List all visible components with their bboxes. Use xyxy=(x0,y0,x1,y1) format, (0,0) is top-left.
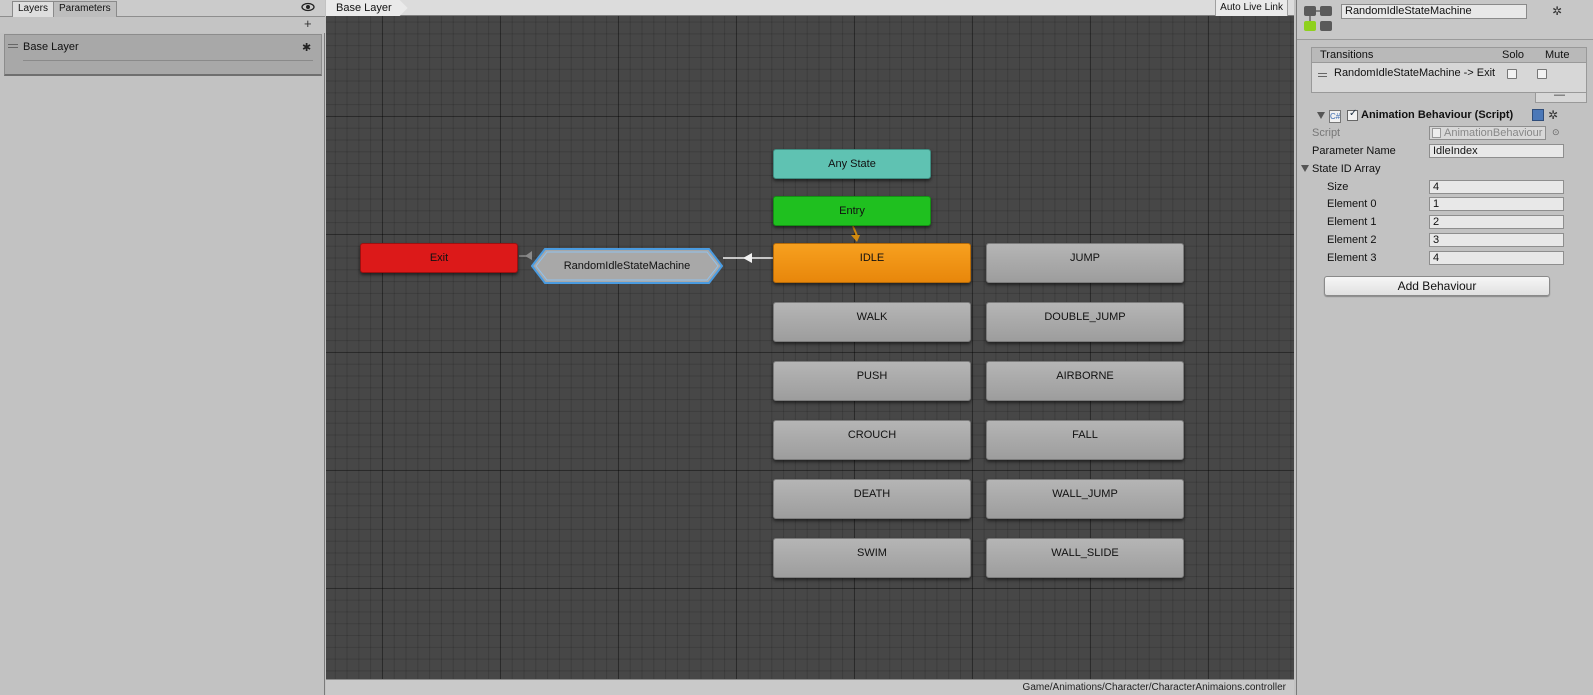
element-input[interactable]: 1 xyxy=(1429,197,1564,211)
parameter-name-input[interactable]: IdleIndex xyxy=(1429,144,1564,158)
add-behaviour-button[interactable]: Add Behaviour xyxy=(1324,276,1550,296)
state-fall[interactable]: FALL xyxy=(986,420,1184,460)
eye-icon[interactable] xyxy=(301,2,315,12)
gear-icon[interactable]: ✲ xyxy=(1548,108,1558,122)
layer-item-base[interactable]: Base Layer ✱ xyxy=(4,34,322,76)
add-layer-icon[interactable]: + xyxy=(304,17,312,31)
size-label: Size xyxy=(1327,181,1349,193)
parameter-name-label: Parameter Name xyxy=(1312,145,1396,157)
state-crouch[interactable]: CROUCH xyxy=(773,420,971,460)
transitions-footer: — xyxy=(1535,89,1587,103)
element-input[interactable]: 3 xyxy=(1429,233,1564,247)
inspector-panel: RandomIdleStateMachine ✲ Transitions Sol… xyxy=(1296,0,1593,695)
transitions-title: Transitions xyxy=(1320,49,1374,61)
remove-transition-button[interactable]: — xyxy=(1554,89,1565,101)
object-name-field[interactable]: RandomIdleStateMachine xyxy=(1341,4,1527,19)
state-idle[interactable]: IDLE xyxy=(773,243,971,283)
script-field[interactable]: AnimationBehaviour xyxy=(1429,126,1546,140)
state-double-jump[interactable]: DOUBLE_JUMP xyxy=(986,302,1184,342)
element-label: Element 2 xyxy=(1327,234,1377,246)
layer-toolbar: + xyxy=(0,17,325,33)
layers-panel: Layers Parameters + Base Layer ✱ xyxy=(0,0,325,695)
solo-column-label: Solo xyxy=(1502,49,1525,61)
behaviour-header[interactable]: C# Animation Behaviour (Script) ✲ xyxy=(1311,108,1593,125)
transition-row[interactable]: RandomIdleStateMachine -> Exit xyxy=(1311,63,1587,93)
element-input[interactable]: 4 xyxy=(1429,251,1564,265)
element-label: Element 3 xyxy=(1327,252,1377,264)
transition-arrows xyxy=(519,225,860,263)
state-swim[interactable]: SWIM xyxy=(773,538,971,578)
solo-checkbox[interactable] xyxy=(1507,69,1517,79)
script-field-value: AnimationBehaviour xyxy=(1444,127,1543,139)
state-graph[interactable]: Base Layer Auto Live Link Any State Entr… xyxy=(326,0,1294,695)
mute-column-label: Mute xyxy=(1545,49,1570,61)
element-label: Element 1 xyxy=(1327,216,1377,228)
state-push[interactable]: PUSH xyxy=(773,361,971,401)
auto-live-link-button[interactable]: Auto Live Link xyxy=(1215,0,1288,16)
mute-checkbox[interactable] xyxy=(1537,69,1547,79)
size-input[interactable]: 4 xyxy=(1429,180,1564,194)
help-book-icon[interactable] xyxy=(1532,109,1544,121)
drag-handle-icon[interactable] xyxy=(1318,73,1327,77)
state-airborne[interactable]: AIRBORNE xyxy=(986,361,1184,401)
exit-node[interactable]: Exit xyxy=(360,243,518,273)
state-wall-jump[interactable]: WALL_JUMP xyxy=(986,479,1184,519)
transition-label: RandomIdleStateMachine -> Exit xyxy=(1334,67,1496,79)
drag-handle-icon[interactable] xyxy=(8,44,18,48)
state-machine-label: RandomIdleStateMachine xyxy=(563,260,691,272)
graph-header: Base Layer Auto Live Link xyxy=(326,0,1294,16)
layer-weight-line xyxy=(23,60,313,61)
state-machine-icon xyxy=(1304,6,1332,31)
script-file-icon xyxy=(1432,128,1441,138)
transitions-list: Transitions Solo Mute RandomIdleStateMac… xyxy=(1311,47,1587,103)
entry-node[interactable]: Entry xyxy=(773,196,931,226)
state-walk[interactable]: WALK xyxy=(773,302,971,342)
panel-tabs: Layers Parameters xyxy=(0,0,325,17)
any-state-node[interactable]: Any State xyxy=(773,149,931,179)
gear-icon[interactable]: ✲ xyxy=(1552,4,1562,18)
foldout-arrow-icon[interactable] xyxy=(1301,165,1309,172)
state-id-array-label[interactable]: State ID Array xyxy=(1312,163,1380,175)
tab-parameters[interactable]: Parameters xyxy=(53,1,117,17)
gear-icon[interactable]: ✱ xyxy=(302,41,311,54)
script-icon: C# xyxy=(1329,110,1341,123)
state-jump[interactable]: JUMP xyxy=(986,243,1184,283)
state-death[interactable]: DEATH xyxy=(773,479,971,519)
script-label: Script xyxy=(1312,127,1341,139)
state-machine-node[interactable]: RandomIdleStateMachine xyxy=(531,248,723,284)
foldout-arrow-icon[interactable] xyxy=(1317,112,1325,119)
layer-name: Base Layer xyxy=(23,41,79,53)
state-wall-slide[interactable]: WALL_SLIDE xyxy=(986,538,1184,578)
element-input[interactable]: 2 xyxy=(1429,215,1564,229)
asset-path: Game/Animations/Character/CharacterAnima… xyxy=(1022,682,1286,693)
object-picker-icon[interactable]: ⊙ xyxy=(1552,127,1560,138)
animator-window: Layers Parameters + Base Layer ✱ Base La… xyxy=(0,0,1593,695)
behaviour-title: Animation Behaviour (Script) xyxy=(1361,109,1514,121)
element-label: Element 0 xyxy=(1327,198,1377,210)
graph-footer: Game/Animations/Character/CharacterAnima… xyxy=(326,679,1294,695)
behaviour-enabled-checkbox[interactable] xyxy=(1347,108,1358,121)
breadcrumb-base-layer[interactable]: Base Layer xyxy=(326,0,408,16)
tab-layers[interactable]: Layers xyxy=(12,1,55,17)
inspector-header: RandomIdleStateMachine ✲ xyxy=(1297,0,1593,40)
transitions-header: Transitions Solo Mute xyxy=(1311,47,1587,63)
